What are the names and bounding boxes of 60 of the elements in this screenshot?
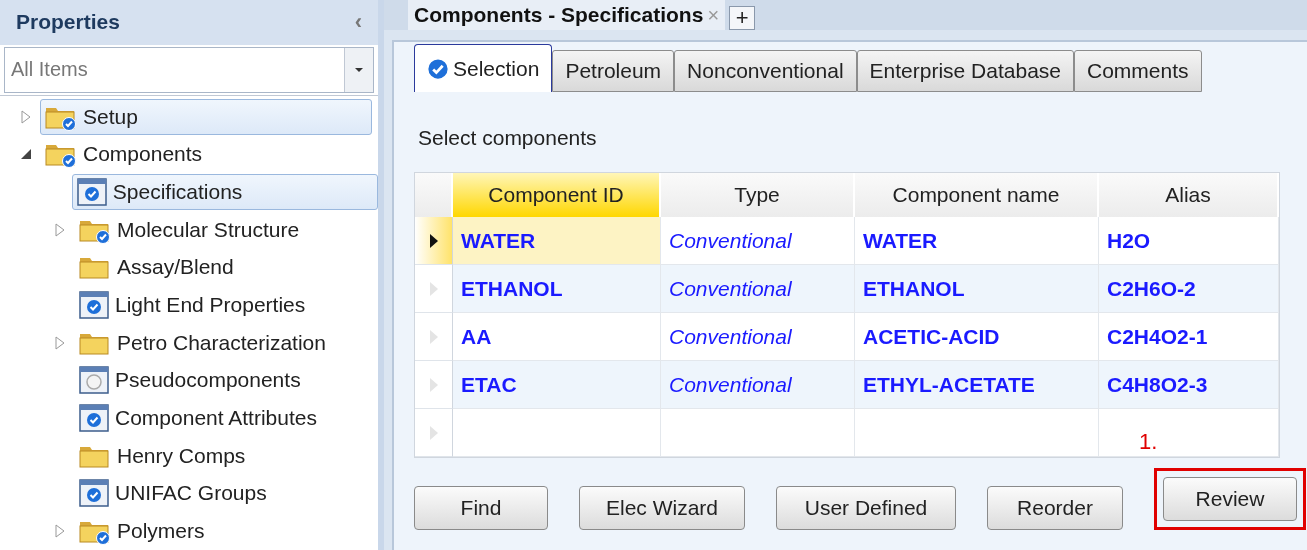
table-cell: Conventional (661, 313, 855, 361)
table-cell: ETAC (453, 361, 661, 409)
tree-item[interactable]: Petro Characterization (74, 324, 331, 361)
row-arrow-icon (428, 280, 439, 297)
table-cell: Conventional (661, 265, 855, 313)
panel-title: Properties (16, 10, 120, 35)
table-cell: C4H8O2-3 (1099, 361, 1279, 409)
table-cell: AA (453, 313, 661, 361)
row-arrow-icon (428, 424, 439, 441)
table-cell: ACETIC-ACID (855, 313, 1099, 361)
table-cell: WATER (453, 217, 661, 265)
table-cell: C2H4O2-1 (1099, 313, 1279, 361)
tree-item[interactable]: Polymers (74, 513, 210, 550)
tree-item[interactable]: Pseudocomponents (74, 362, 306, 399)
table-cell: C2H6O-2 (1099, 265, 1279, 313)
tree-item[interactable]: Henry Comps (74, 437, 251, 474)
action-button[interactable]: User Defined (776, 486, 956, 530)
action-button[interactable]: Reorder (987, 486, 1123, 530)
section-label: Select components (418, 126, 598, 150)
collapsed-arrow-icon[interactable] (54, 222, 66, 237)
document-tab[interactable]: Components - Specifications × (408, 0, 726, 30)
tree-item[interactable]: UNIFAC Groups (74, 475, 272, 512)
tab[interactable]: Comments (1074, 50, 1202, 92)
tab[interactable]: Petroleum (552, 50, 675, 92)
row-arrow-icon (428, 328, 439, 345)
column-header[interactable]: Type (661, 173, 855, 217)
table-cell: Conventional (661, 361, 855, 409)
collapsed-arrow-icon[interactable] (20, 109, 32, 124)
row-arrow-icon (428, 376, 439, 393)
dropdown-caret-icon[interactable] (354, 66, 364, 73)
row-header[interactable] (415, 217, 453, 265)
action-button[interactable]: Review (1163, 477, 1297, 521)
tree-item[interactable]: Component Attributes (74, 400, 322, 437)
action-button[interactable]: Elec Wizard (579, 486, 745, 530)
tree-item[interactable]: Assay/Blend (74, 249, 239, 286)
column-header[interactable]: Component ID (453, 173, 661, 217)
filter-dropdown[interactable]: All Items (4, 46, 374, 93)
column-header[interactable]: Component name (855, 173, 1099, 217)
table-cell: H2O (1099, 217, 1279, 265)
table-cell: Conventional (661, 217, 855, 265)
tab[interactable]: Enterprise Database (856, 50, 1074, 92)
tab[interactable]: Nonconventional (674, 50, 857, 92)
tree-item[interactable]: Molecular Structure (74, 211, 305, 248)
new-tab-button[interactable]: + (729, 6, 756, 30)
tree-item[interactable]: Components (40, 136, 208, 173)
action-button[interactable]: Find (414, 486, 548, 530)
table-cell: ETHANOL (453, 265, 661, 313)
current-row-icon (428, 232, 439, 249)
table-cell: ETHANOL (855, 265, 1099, 313)
table-cell: ETHYL-ACETATE (855, 361, 1099, 409)
tree-item[interactable]: Specifications (71, 173, 378, 210)
column-header[interactable]: Alias (1099, 173, 1279, 217)
step-number: 1. (1139, 429, 1158, 455)
expanded-arrow-icon[interactable] (20, 148, 32, 161)
collapsed-arrow-icon[interactable] (54, 524, 66, 539)
collapsed-arrow-icon[interactable] (54, 335, 66, 350)
tab[interactable]: Selection (414, 44, 553, 92)
table-cell: WATER (855, 217, 1099, 265)
tree-item[interactable]: Light End Properties (74, 287, 311, 324)
tree-item[interactable]: Setup (40, 98, 372, 135)
